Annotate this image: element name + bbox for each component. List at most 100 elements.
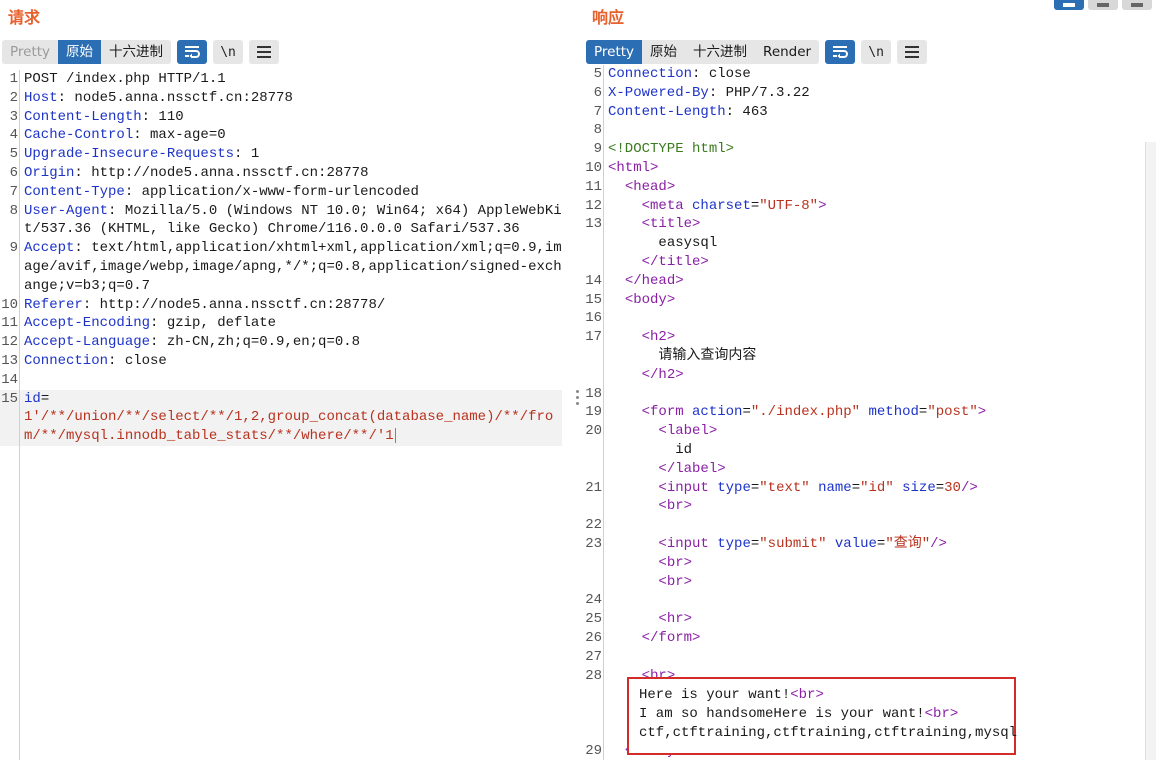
header-key: Content-Length bbox=[24, 108, 142, 125]
code-line: 27 bbox=[585, 648, 602, 665]
header-key: Host bbox=[24, 89, 58, 106]
request-tab-pretty[interactable]: Pretty bbox=[2, 40, 58, 64]
request-line: 14 bbox=[0, 371, 572, 390]
wrap-lines-icon bbox=[833, 46, 849, 59]
header-value: : application/x-www-form-urlencoded bbox=[124, 183, 419, 200]
request-menu-button[interactable] bbox=[249, 40, 280, 64]
request-tab-raw[interactable]: 原始 bbox=[58, 40, 102, 64]
result-line-databases: ctf,ctftraining,ctftraining,ctftraining,… bbox=[639, 724, 1018, 741]
query-result-highlight: Here is your want!<br> I am so handsomeH… bbox=[627, 677, 1018, 755]
request-newline-button[interactable]: \n bbox=[213, 40, 244, 64]
response-title: 响应 bbox=[592, 8, 625, 27]
code-line: 12 <meta charset="UTF-8"> bbox=[585, 197, 827, 214]
response-tab-render[interactable]: Render bbox=[755, 40, 819, 64]
request-title: 请求 bbox=[8, 8, 41, 27]
request-editor[interactable]: 1 POST /index.php HTTP/1.1 2 Host: node5.an… bbox=[0, 70, 572, 760]
header-value: : http://node5.anna.nssctf.cn:28778/ bbox=[82, 296, 386, 313]
response-tab-pretty[interactable]: Pretty bbox=[586, 40, 643, 64]
request-line: 5 Upgrade-Insecure-Requests: 1 bbox=[0, 145, 572, 164]
response-header-line: 7 Content-Length: 463 bbox=[584, 103, 1156, 122]
result-line: Here is your want!<br> bbox=[639, 687, 824, 703]
response-tab-raw[interactable]: 原始 bbox=[642, 40, 685, 64]
panel-divider[interactable] bbox=[572, 0, 584, 760]
header-value: : 1 bbox=[234, 146, 260, 163]
code-line: 19 <form action="./index.php" method="po… bbox=[585, 404, 987, 421]
response-header-line: 8 bbox=[584, 121, 1156, 140]
request-line: 7 Content-Type: application/x-www-form-ur… bbox=[0, 183, 572, 202]
code-line: 15 <body> bbox=[585, 291, 676, 308]
code-line: 25 <hr> bbox=[585, 611, 693, 628]
result-line: I am so handsomeHere is your want!<br> bbox=[639, 705, 959, 722]
newline-icon: \n bbox=[220, 44, 236, 60]
code-line: 18 bbox=[585, 385, 602, 402]
response-newline-button[interactable]: \n bbox=[861, 40, 892, 64]
header-value: : text/html,application/xhtml+xml,applic… bbox=[24, 240, 562, 294]
request-line: 3 Content-Length: 110 bbox=[0, 108, 572, 127]
code-line: 26 </form> bbox=[585, 629, 701, 646]
header-value: : 110 bbox=[141, 108, 184, 125]
response-menu-button[interactable] bbox=[897, 40, 928, 64]
header-value: : close bbox=[108, 352, 167, 369]
code-line: 11 <head> bbox=[585, 178, 676, 195]
header-key: Accept-Language bbox=[24, 334, 151, 351]
drag-handle-icon[interactable] bbox=[576, 390, 579, 408]
header-key: Upgrade-Insecure-Requests bbox=[24, 146, 235, 163]
code-line: 24 bbox=[585, 592, 602, 609]
code-line: 9 <!DOCTYPE html> bbox=[593, 141, 735, 158]
code-line: 17 <h2> bbox=[585, 329, 676, 346]
request-wrap-button[interactable] bbox=[177, 40, 208, 64]
response-header-line: 5 Connection: close bbox=[584, 65, 1156, 84]
header-key: User-Agent bbox=[24, 202, 109, 219]
header-value: : 463 bbox=[725, 103, 768, 120]
request-body-line: 15 id= 1'/**/union/**/select/**/1,2,group… bbox=[0, 389, 562, 446]
code-line: 21 <input type="text" name="id" size=30/… bbox=[585, 479, 978, 496]
hamburger-menu-icon bbox=[257, 46, 272, 58]
page-title-text: easysql bbox=[658, 235, 718, 252]
gutter-divider bbox=[603, 65, 604, 760]
hamburger-menu-icon bbox=[905, 46, 920, 58]
header-key: Referer bbox=[24, 296, 83, 313]
header-value: : close bbox=[692, 66, 751, 82]
request-line: 10 Referer: http://node5.anna.nssctf.cn:2… bbox=[0, 296, 572, 315]
header-value: : http://node5.anna.nssctf.cn:28778 bbox=[74, 164, 369, 181]
request-line: 4 Cache-Control: max-age=0 bbox=[0, 126, 572, 145]
code-line: 13 <title> bbox=[585, 216, 701, 233]
response-view-tabs: Pretty 原始 十六进制 Render bbox=[586, 40, 820, 64]
newline-icon: \n bbox=[868, 44, 884, 60]
header-value: : gzip, deflate bbox=[150, 315, 277, 332]
code-line: 22 bbox=[585, 517, 602, 534]
header-value: POST /index.php HTTP/1.1 bbox=[24, 71, 226, 87]
header-key: Connection bbox=[608, 66, 693, 82]
gutter-divider bbox=[19, 70, 20, 760]
header-key: Cache-Control bbox=[24, 127, 134, 144]
request-line: 13 Connection: close bbox=[0, 352, 572, 371]
header-key: Content-Length bbox=[608, 103, 726, 120]
header-key: Accept-Encoding bbox=[24, 315, 151, 332]
response-html-body: 9 <!DOCTYPE html> 10 <html> 11 <head> 12 <… bbox=[584, 140, 1156, 760]
request-panel: 请求 Pretty 原始 十六进制 \n 1 POST /index.php HT… bbox=[0, 0, 572, 760]
request-tab-hex[interactable]: 十六进制 bbox=[101, 40, 171, 64]
request-view-tabs: Pretty 原始 十六进制 bbox=[2, 40, 172, 64]
code-line: 14 </head> bbox=[585, 272, 684, 289]
response-tab-hex[interactable]: 十六进制 bbox=[685, 40, 755, 64]
code-line: <br> bbox=[658, 573, 693, 590]
code-line: </title> bbox=[641, 253, 709, 270]
response-editor[interactable]: 5 Connection: close 6 X-Powered-By: PHP/7.3… bbox=[584, 65, 1156, 760]
code-line: 请输入查询内容 bbox=[584, 347, 1156, 366]
code-line: </h2> bbox=[641, 366, 684, 383]
code-line: 20 <label> bbox=[585, 423, 718, 440]
response-panel: 响应 Pretty 原始 十六进制 Render \n 5 Connection… bbox=[584, 0, 1156, 760]
header-key: X-Powered-By bbox=[608, 84, 709, 101]
header-value: : PHP/7.3.22 bbox=[708, 84, 810, 101]
code-line: <br> bbox=[658, 554, 693, 571]
request-line: 6 Origin: http://node5.anna.nssctf.cn:287… bbox=[0, 164, 572, 183]
code-line: id bbox=[584, 441, 1156, 460]
response-toolbar: Pretty 原始 十六进制 Render \n bbox=[586, 40, 928, 64]
header-key: Origin bbox=[24, 164, 75, 181]
response-wrap-button[interactable] bbox=[825, 40, 856, 64]
code-line: easysql bbox=[584, 234, 1156, 253]
response-header-line: 6 X-Powered-By: PHP/7.3.22 bbox=[584, 84, 1156, 103]
response-scrollbar[interactable] bbox=[1145, 142, 1156, 760]
request-line: 9 Accept: text/html,application/xhtml+xml… bbox=[0, 239, 572, 295]
header-key: Content-Type bbox=[24, 183, 125, 200]
